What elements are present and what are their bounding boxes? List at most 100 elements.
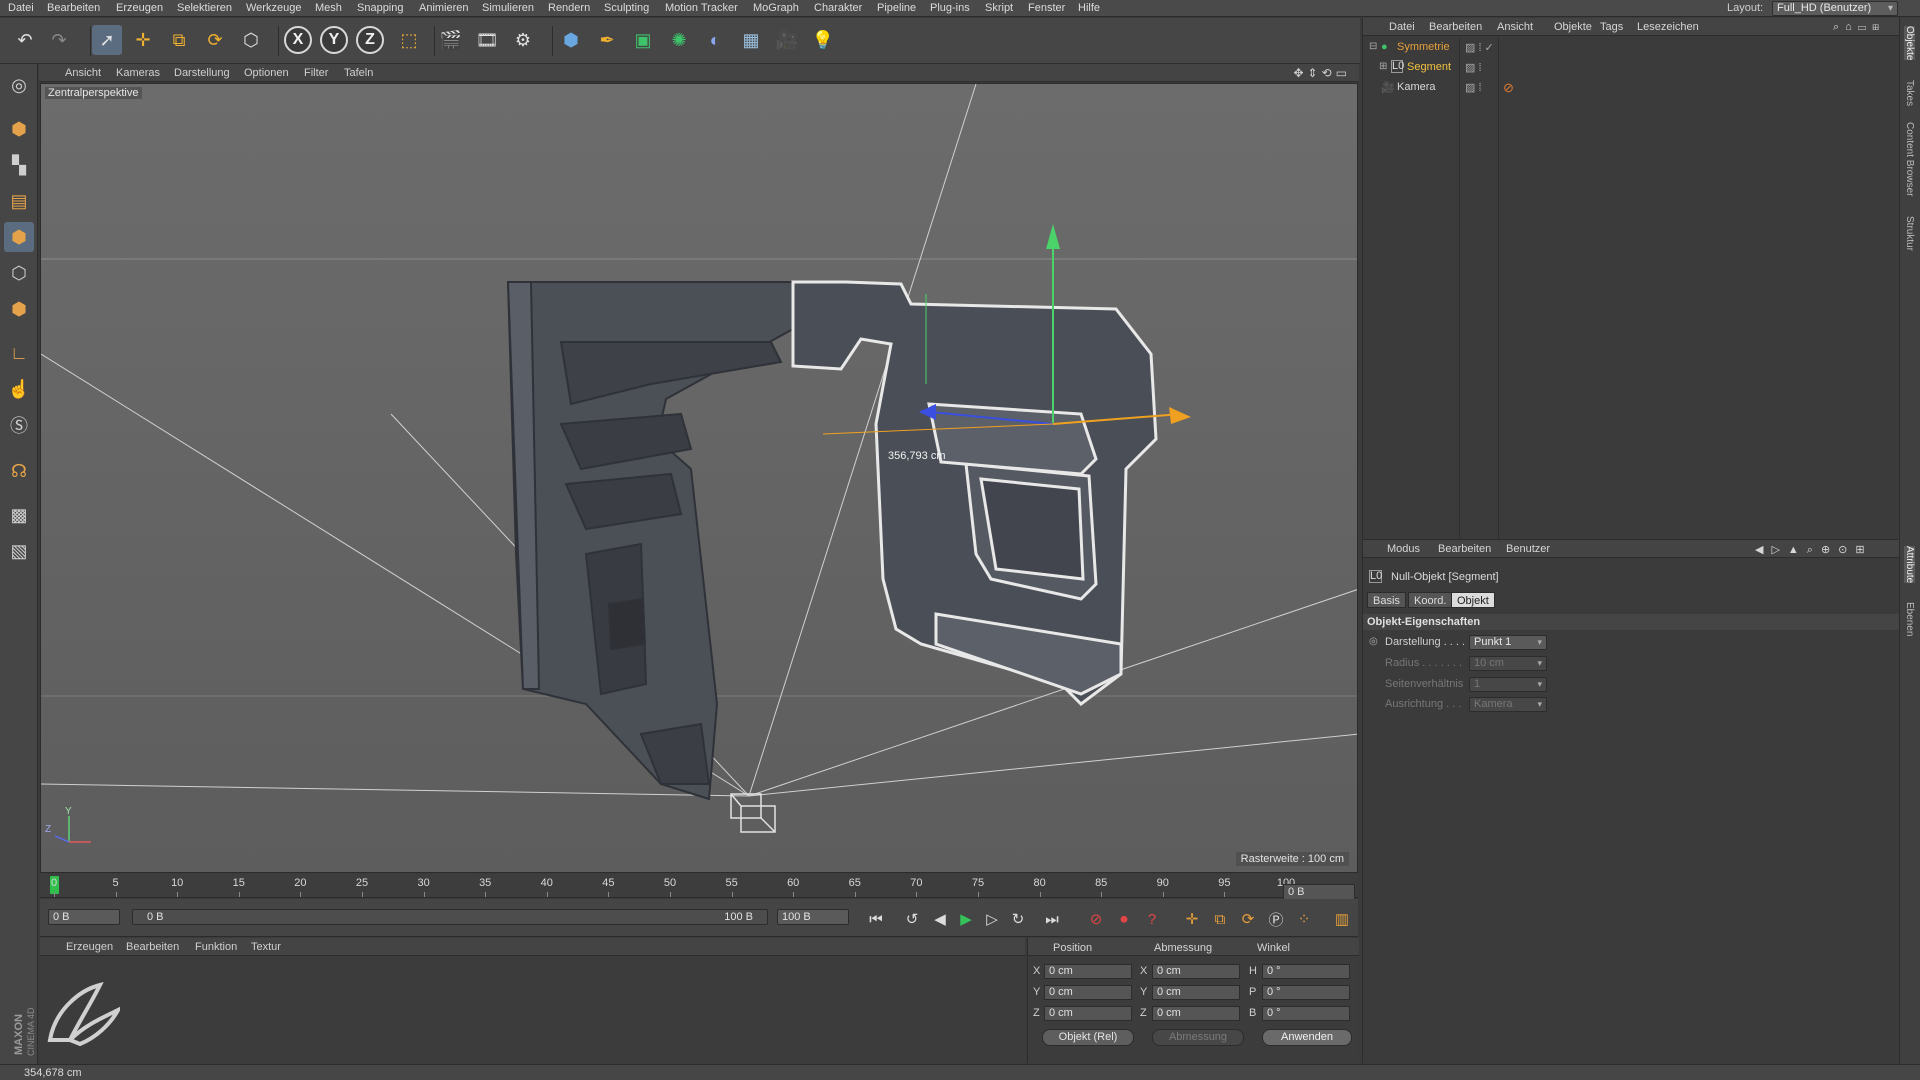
preview-range-slider[interactable]: 0 B 100 B	[132, 909, 768, 925]
axis-mode-icon[interactable]: ∟	[4, 338, 34, 368]
previous-key-icon[interactable]: ↺	[900, 908, 924, 930]
menu-animieren[interactable]: Animieren	[419, 2, 469, 14]
menu-mograph[interactable]: MoGraph	[753, 2, 799, 14]
light-icon[interactable]: 💡	[808, 25, 838, 55]
viewport-3d[interactable]: Y Z Zentralperspektive 356,793 cm Raster…	[40, 83, 1358, 873]
animate-param-icon[interactable]: ◎	[1369, 636, 1378, 647]
menu-charakter[interactable]: Charakter	[814, 2, 862, 14]
rotate-icon[interactable]: ⟳	[200, 25, 230, 55]
key-position-icon[interactable]: ✛	[1180, 908, 1204, 930]
key-pla-icon[interactable]: ⁘	[1292, 908, 1316, 930]
expand-icon[interactable]: ⊟	[1369, 41, 1377, 52]
coord-size-mode-dropdown[interactable]: Abmessung	[1152, 1029, 1244, 1046]
object-row-kamera[interactable]: 🎥 Kamera ▨ ⁞ ⊘	[1363, 78, 1899, 97]
menu-mesh[interactable]: Mesh	[315, 2, 342, 14]
tab-objekt[interactable]: Objekt	[1451, 592, 1495, 608]
protection-tag-icon[interactable]: ⊘	[1503, 80, 1514, 96]
undo-icon[interactable]: ↶	[10, 25, 40, 55]
texture-mode-icon[interactable]: ▚	[4, 150, 34, 180]
object-menu-lesezeichen[interactable]: Lesezeichen	[1637, 21, 1699, 33]
coord-size-y-field[interactable]: 0 cm	[1152, 985, 1240, 1000]
move-icon[interactable]: ✛	[128, 25, 158, 55]
viewport-menu-ansicht[interactable]: Ansicht	[65, 67, 101, 79]
layout-select[interactable]: Full_HD (Benutzer)	[1772, 1, 1898, 16]
viewport-menu-optionen[interactable]: Optionen	[244, 67, 289, 79]
menu-pipeline[interactable]: Pipeline	[877, 2, 916, 14]
record-keys-icon[interactable]: ⊘	[1084, 908, 1108, 930]
object-menu-bearbeiten[interactable]: Bearbeiten	[1429, 21, 1482, 33]
magnet-icon[interactable]: ☊	[4, 456, 34, 486]
material-menu-textur[interactable]: Textur	[251, 941, 281, 953]
coord-mode-dropdown[interactable]: Objekt (Rel)	[1042, 1029, 1134, 1046]
timeline-ruler[interactable]: 0 5 10 15 20 25 30 35 40 45 50 55 60 65 70 75 80 85 90 95 10…	[40, 874, 1358, 898]
vtab-struktur[interactable]: Struktur	[1904, 216, 1915, 251]
viewport-menu-kameras[interactable]: Kameras	[116, 67, 160, 79]
menu-datei[interactable]: Datei	[8, 2, 34, 14]
start-frame-field[interactable]: 0 B	[48, 909, 120, 925]
object-menu-datei[interactable]: Datei	[1389, 21, 1415, 33]
play-icon[interactable]: ▶	[954, 908, 978, 930]
coord-rot-h-field[interactable]: 0 °	[1262, 964, 1350, 979]
tweak-mode-icon[interactable]: ☝	[4, 374, 34, 404]
coord-pos-x-field[interactable]: 0 cm	[1044, 964, 1132, 979]
scale-icon[interactable]: ⧉	[164, 25, 194, 55]
coord-size-z-field[interactable]: 0 cm	[1152, 1006, 1240, 1021]
next-key-icon[interactable]: ↻	[1006, 908, 1030, 930]
coord-size-x-field[interactable]: 0 cm	[1152, 964, 1240, 979]
coord-rot-b-field[interactable]: 0 °	[1262, 1006, 1350, 1021]
attribute-menu-modus[interactable]: Modus	[1387, 543, 1420, 555]
menu-hilfe[interactable]: Hilfe	[1078, 2, 1100, 14]
menu-rendern[interactable]: Rendern	[548, 2, 590, 14]
prop-seitenverhaeltnis-field[interactable]: 1	[1469, 677, 1547, 692]
object-name-segment[interactable]: Segment	[1407, 61, 1451, 73]
vtab-ebenen[interactable]: Ebenen	[1904, 602, 1915, 636]
next-frame-icon[interactable]: ▷	[980, 908, 1004, 930]
polygons-mode-icon[interactable]: ⬢	[4, 294, 34, 324]
viewport-menu-darstellung[interactable]: Darstellung	[174, 67, 230, 79]
timeline-current-frame-field[interactable]: 0 B	[1283, 884, 1355, 900]
material-menu-erzeugen[interactable]: Erzeugen	[66, 941, 113, 953]
select-arrow-icon[interactable]: ➚	[92, 25, 122, 55]
material-menu-funktion[interactable]: Funktion	[195, 941, 237, 953]
subdivision-icon[interactable]: ▣	[628, 25, 658, 55]
attribute-menu-benutzer[interactable]: Benutzer	[1506, 543, 1550, 555]
last-tool-icon[interactable]: ⬡	[236, 25, 266, 55]
menu-snapping[interactable]: Snapping	[357, 2, 404, 14]
viewport-menu-filter[interactable]: Filter	[304, 67, 328, 79]
menu-fenster[interactable]: Fenster	[1028, 2, 1065, 14]
snap-icon[interactable]: Ⓢ	[4, 410, 34, 440]
object-menu-tags[interactable]: Tags	[1600, 21, 1623, 33]
previous-frame-icon[interactable]: ◀	[928, 908, 952, 930]
render-picture-viewer-icon[interactable]: 🎞	[472, 25, 502, 55]
material-menu-bearbeiten[interactable]: Bearbeiten	[126, 941, 179, 953]
y-axis-icon[interactable]: Y	[320, 26, 348, 54]
render-view-icon[interactable]: 🎬	[436, 25, 466, 55]
visibility-toggle-icon[interactable]: ▨ ⁞ ✓	[1465, 41, 1494, 54]
make-editable-icon[interactable]: ◎	[4, 70, 34, 100]
z-axis-icon[interactable]: Z	[356, 26, 384, 54]
key-rotation-icon[interactable]: ⟳	[1236, 908, 1260, 930]
goto-start-icon[interactable]: ⏮	[864, 908, 888, 930]
expand-icon[interactable]: ⊞	[1379, 61, 1387, 72]
coordinate-system-icon[interactable]: ⬚	[394, 25, 424, 55]
goto-end-icon[interactable]: ⏭	[1040, 908, 1064, 930]
object-name-kamera[interactable]: Kamera	[1397, 81, 1436, 93]
object-menu-objekte[interactable]: Objekte	[1554, 21, 1592, 33]
tab-basis[interactable]: Basis	[1367, 592, 1406, 608]
visibility-toggle-icon[interactable]: ▨ ⁞	[1465, 81, 1482, 94]
menu-simulieren[interactable]: Simulieren	[482, 2, 534, 14]
viewport-menu-tafeln[interactable]: Tafeln	[344, 67, 373, 79]
menu-skript[interactable]: Skript	[985, 2, 1013, 14]
prop-ausrichtung-dropdown[interactable]: Kamera	[1469, 697, 1547, 712]
menu-selektieren[interactable]: Selektieren	[177, 2, 232, 14]
vtab-objekte[interactable]: Objekte	[1904, 26, 1915, 61]
tab-koord[interactable]: Koord.	[1408, 592, 1453, 608]
menu-erzeugen[interactable]: Erzeugen	[116, 2, 163, 14]
prop-radius-field[interactable]: 10 cm	[1469, 656, 1547, 671]
vtab-takes[interactable]: Takes	[1904, 80, 1915, 106]
deformer-icon[interactable]: ◐	[700, 25, 730, 55]
attribute-menu-bearbeiten[interactable]: Bearbeiten	[1438, 543, 1491, 555]
object-menu-ansicht[interactable]: Ansicht	[1497, 21, 1533, 33]
timeline-layout-icon[interactable]: ▥	[1330, 908, 1354, 930]
redo-icon[interactable]: ↷	[44, 25, 74, 55]
